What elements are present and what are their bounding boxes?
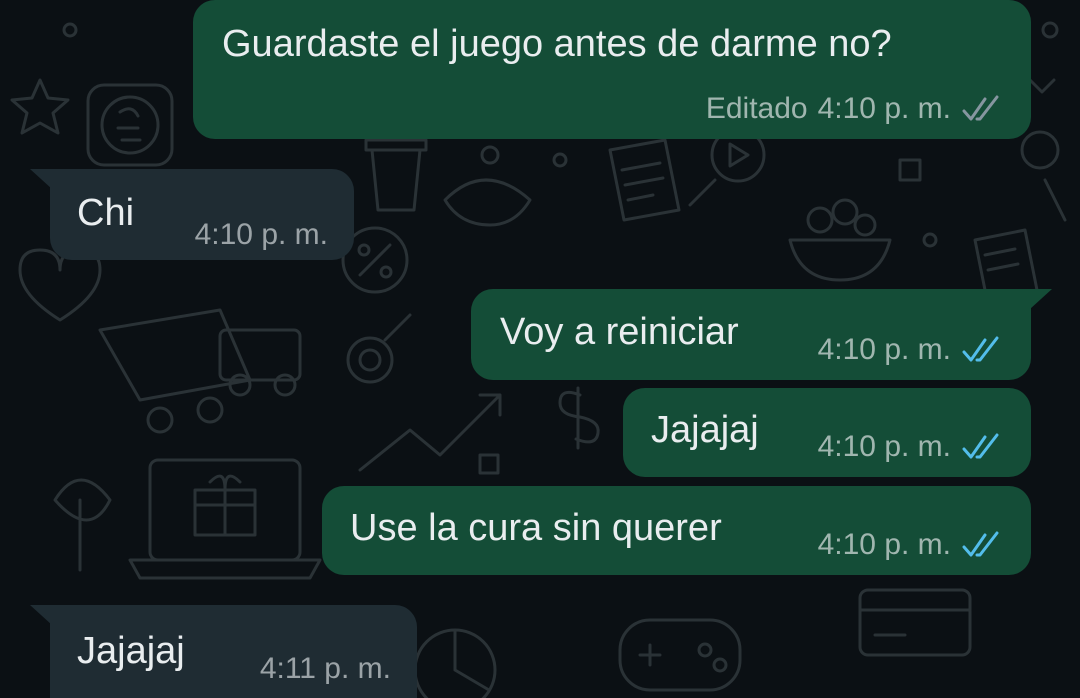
- bubble-tail: [30, 169, 52, 189]
- double-check-icon: [962, 531, 999, 557]
- double-check-icon: [962, 336, 999, 362]
- edited-label: Editado: [705, 92, 808, 125]
- message-meta: 4:10 p. m.: [818, 430, 1007, 464]
- incoming-message[interactable]: Jajajaj 4:11 p. m.: [50, 605, 417, 698]
- incoming-message[interactable]: Chi 4:10 p. m.: [50, 169, 354, 260]
- message-meta: Editado 4:10 p. m.: [706, 92, 1007, 126]
- message-text: Jajajaj: [651, 409, 759, 451]
- message-time: 4:10 p. m.: [194, 218, 328, 251]
- message-time: 4:10 p. m.: [817, 333, 951, 366]
- message-meta: 4:10 p. m.: [818, 333, 1007, 367]
- message-text: Jajajaj: [77, 630, 185, 672]
- message-meta: 4:10 p. m.: [195, 218, 328, 252]
- message-list[interactable]: Guardaste el juego antes de darme no? Ed…: [0, 0, 1080, 698]
- double-check-icon: [962, 433, 999, 459]
- double-check-icon: [962, 95, 999, 121]
- message-text: Use la cura sin querer: [350, 507, 722, 549]
- message-time: 4:10 p. m.: [817, 430, 951, 463]
- outgoing-message[interactable]: Voy a reiniciar 4:10 p. m.: [471, 289, 1031, 380]
- message-time: 4:10 p. m.: [817, 528, 951, 561]
- message-text: Chi: [77, 192, 135, 234]
- message-time: 4:11 p. m.: [259, 652, 391, 685]
- message-meta: 4:10 p. m.: [818, 528, 1007, 562]
- bubble-tail: [1030, 289, 1052, 309]
- outgoing-message[interactable]: Use la cura sin querer 4:10 p. m.: [322, 486, 1031, 575]
- message-text: Voy a reiniciar: [500, 311, 739, 353]
- message-text: Guardaste el juego antes de darme no?: [222, 23, 892, 65]
- message-meta: 4:11 p. m.: [260, 652, 391, 686]
- outgoing-message[interactable]: Jajajaj 4:10 p. m.: [623, 388, 1031, 477]
- outgoing-message[interactable]: Guardaste el juego antes de darme no? Ed…: [193, 0, 1031, 139]
- bubble-tail: [30, 605, 52, 625]
- message-time: 4:10 p. m.: [817, 92, 951, 125]
